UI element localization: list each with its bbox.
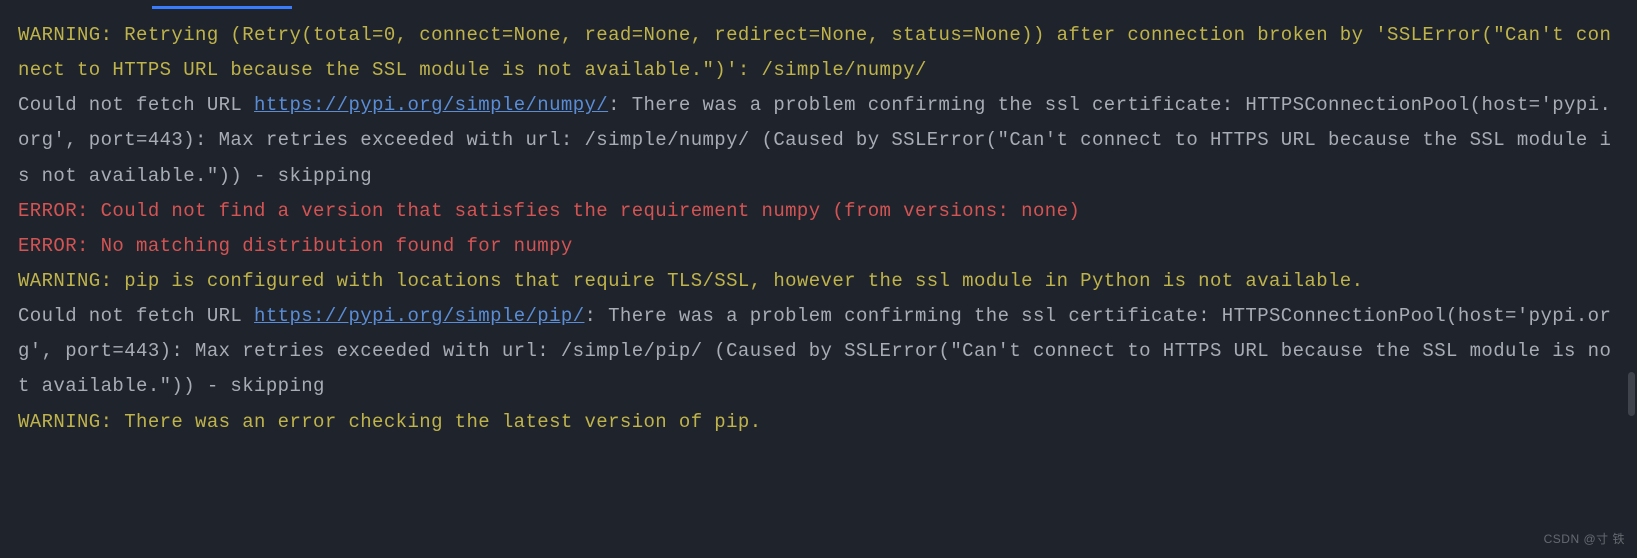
console-line: WARNING: There was an error checking the… (18, 405, 1619, 440)
console-line: WARNING: pip is configured with location… (18, 264, 1619, 299)
info-text: Could not fetch URL (18, 94, 254, 116)
scrollbar-thumb[interactable] (1628, 372, 1635, 416)
console-line: ERROR: Could not find a version that sat… (18, 194, 1619, 229)
url-link[interactable]: https://pypi.org/simple/numpy/ (254, 94, 608, 116)
watermark: CSDN @寸 铁 (1544, 528, 1625, 550)
warning-text: WARNING: Retrying (Retry(total=0, connec… (18, 24, 1611, 81)
url-link[interactable]: https://pypi.org/simple/pip/ (254, 305, 584, 327)
error-text: ERROR: No matching distribution found fo… (18, 235, 573, 257)
info-text: Could not fetch URL (18, 305, 254, 327)
error-text: ERROR: Could not find a version that sat… (18, 200, 1080, 222)
console-line: Could not fetch URL https://pypi.org/sim… (18, 88, 1619, 193)
console-line: Could not fetch URL https://pypi.org/sim… (18, 299, 1619, 404)
console-line: WARNING: Retrying (Retry(total=0, connec… (18, 18, 1619, 88)
terminal-output: WARNING: Retrying (Retry(total=0, connec… (18, 18, 1619, 440)
console-line: ERROR: No matching distribution found fo… (18, 229, 1619, 264)
warning-text: WARNING: There was an error checking the… (18, 411, 762, 433)
warning-text: WARNING: pip is configured with location… (18, 270, 1363, 292)
active-tab-indicator (152, 6, 292, 9)
